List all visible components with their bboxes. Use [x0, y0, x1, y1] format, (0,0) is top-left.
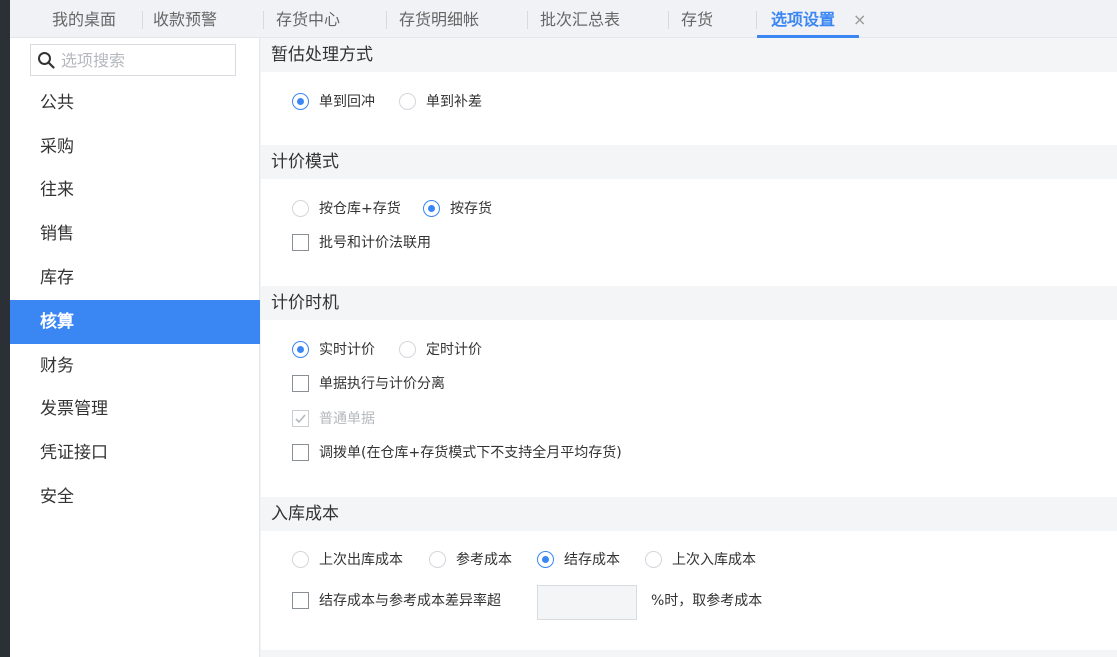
radio-balance-cost[interactable]: 结存成本: [537, 550, 620, 570]
radio-scheduled-pricing[interactable]: 定时计价: [399, 340, 482, 360]
check-icon: [292, 409, 309, 427]
tab-inventory-center[interactable]: 存货中心: [276, 0, 340, 38]
tab-separator: [668, 11, 669, 29]
radio-unchecked-icon[interactable]: [429, 550, 446, 568]
tab-label: 批次汇总表: [540, 10, 621, 29]
option-label: 实时计价: [319, 342, 375, 358]
tab-inventory[interactable]: 存货: [681, 0, 713, 38]
search-input[interactable]: [61, 48, 231, 72]
sidebar-item-finance[interactable]: 财务: [10, 344, 260, 388]
radio-unchecked-icon[interactable]: [292, 199, 309, 217]
radio-unchecked-icon[interactable]: [292, 550, 309, 568]
radio-unchecked-icon[interactable]: [399, 92, 416, 110]
option-label: 单到补差: [426, 94, 482, 110]
sidebar-item-contacts[interactable]: 往来: [10, 168, 260, 212]
tab-options-settings[interactable]: 选项设置: [757, 0, 860, 38]
option-label: 上次入库成本: [672, 552, 756, 568]
sidebar-item-stock[interactable]: 库存: [10, 256, 260, 300]
checkbox-transfer-document[interactable]: 调拨单(在仓库+存货模式下不支持全月平均存货): [292, 443, 622, 463]
option-label: 普通单据: [319, 411, 375, 427]
tab-receipt-warning[interactable]: 收款预警: [153, 0, 217, 38]
sidebar-item-sales[interactable]: 销售: [10, 212, 260, 256]
tab-separator: [756, 11, 757, 29]
checkbox-diff-rate[interactable]: 结存成本与参考成本差异率超: [292, 591, 501, 611]
radio-last-outbound-cost[interactable]: 上次出库成本: [292, 550, 403, 570]
section-divider: [261, 650, 1117, 657]
sidebar-item-security[interactable]: 安全: [10, 475, 260, 519]
tab-bar: 我的桌面 收款预警 存货中心 存货明细帐 批次汇总表 存货 选项设置 ×: [10, 0, 1117, 38]
tab-inventory-ledger[interactable]: 存货明细帐: [399, 0, 479, 38]
option-label: 定时计价: [426, 342, 482, 358]
tab-label: 存货中心: [276, 10, 341, 29]
radio-checked-icon[interactable]: [423, 199, 440, 217]
tab-batch-summary[interactable]: 批次汇总表: [540, 0, 620, 38]
tab-label: 收款预警: [153, 10, 218, 29]
tab-separator: [386, 11, 387, 29]
search-box: [30, 44, 236, 76]
tab-separator: [142, 11, 143, 29]
sidebar: 公共 采购 往来 销售 库存 核算 财务 发票管理 凭证接口 安全: [10, 38, 260, 657]
diff-rate-suffix: %时，取参考成本: [651, 593, 763, 609]
radio-reference-cost[interactable]: 参考成本: [429, 550, 512, 570]
checkbox-batch-pricing-link[interactable]: 批号和计价法联用: [292, 233, 431, 253]
radio-realtime-pricing[interactable]: 实时计价: [292, 340, 375, 360]
radio-last-inbound-cost[interactable]: 上次入库成本: [645, 550, 756, 570]
tab-label: 存货: [681, 10, 714, 29]
sidebar-item-public[interactable]: 公共: [10, 81, 260, 125]
section-title-pricing-mode: 计价模式: [261, 145, 1117, 179]
option-label: 结存成本: [564, 552, 620, 568]
sidebar-item-accounting[interactable]: 核算: [10, 300, 260, 344]
option-label: 单据执行与计价分离: [319, 376, 445, 392]
radio-checked-icon[interactable]: [537, 550, 554, 568]
radio-checked-icon[interactable]: [292, 340, 309, 358]
sidebar-item-purchase[interactable]: 采购: [10, 125, 260, 169]
close-icon[interactable]: ×: [853, 0, 866, 40]
section-title-estimate: 暂估处理方式: [261, 38, 1117, 72]
options-panel: 暂估处理方式 单到回冲 单到补差 计价模式 按仓库+存货 按存货 批号和计价法联…: [261, 38, 1117, 657]
checkbox-unchecked-icon[interactable]: [292, 591, 309, 609]
checkbox-unchecked-icon[interactable]: [292, 233, 309, 251]
section-title-pricing-timing: 计价时机: [261, 286, 1117, 320]
section-title-inbound-cost: 入库成本: [261, 497, 1117, 531]
tab-label: 我的桌面: [52, 10, 117, 29]
option-label: 调拨单(在仓库+存货模式下不支持全月平均存货): [319, 445, 622, 461]
checkbox-normal-document: 普通单据: [292, 409, 375, 429]
search-icon: [38, 52, 55, 69]
radio-unchecked-icon[interactable]: [399, 340, 416, 358]
option-label: 按仓库+存货: [319, 201, 401, 217]
checkbox-unchecked-icon[interactable]: [292, 443, 309, 461]
option-label: 参考成本: [456, 552, 512, 568]
radio-estimate-reverse[interactable]: 单到回冲: [292, 92, 375, 112]
diff-rate-input[interactable]: [537, 585, 637, 620]
checkbox-separate-execution[interactable]: 单据执行与计价分离: [292, 374, 445, 394]
radio-checked-icon[interactable]: [292, 92, 309, 110]
radio-by-inventory[interactable]: 按存货: [423, 199, 492, 219]
checkbox-unchecked-icon[interactable]: [292, 374, 309, 392]
radio-estimate-diff[interactable]: 单到补差: [399, 92, 482, 112]
tab-label: 选项设置: [771, 10, 836, 29]
option-label: 单到回冲: [319, 94, 375, 110]
sidebar-item-invoice[interactable]: 发票管理: [10, 387, 260, 431]
option-label: 批号和计价法联用: [319, 235, 431, 251]
option-label: 结存成本与参考成本差异率超: [319, 593, 501, 609]
left-dark-strip: [0, 0, 10, 657]
sidebar-item-voucher[interactable]: 凭证接口: [10, 431, 260, 475]
option-label: 按存货: [450, 201, 492, 217]
radio-by-warehouse-inventory[interactable]: 按仓库+存货: [292, 199, 401, 219]
tab-separator: [263, 11, 264, 29]
tab-my-desktop[interactable]: 我的桌面: [52, 0, 116, 38]
radio-unchecked-icon[interactable]: [645, 550, 662, 568]
tab-separator: [527, 11, 528, 29]
option-label: 上次出库成本: [319, 552, 403, 568]
tab-label: 存货明细帐: [399, 10, 480, 29]
